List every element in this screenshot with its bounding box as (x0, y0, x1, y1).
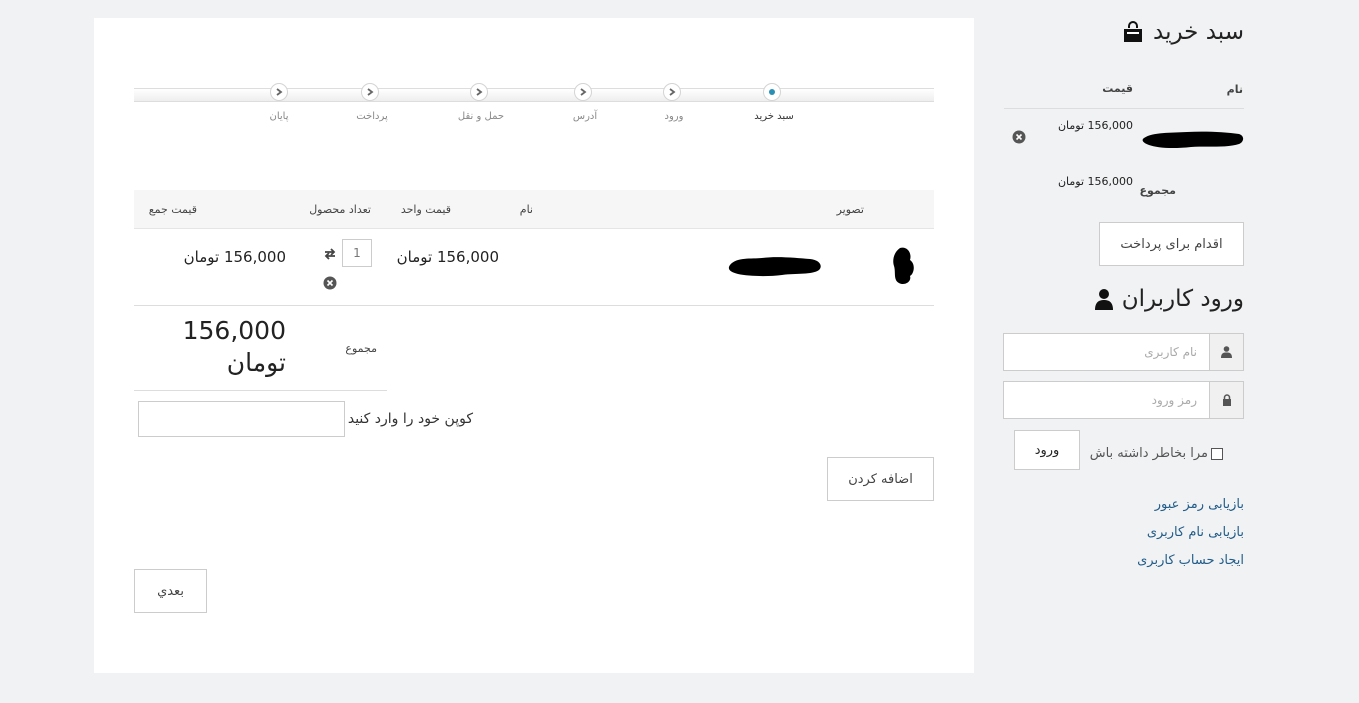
unit-price-value: 156,000 تومان (396, 248, 499, 266)
sidebar-header-name: نام (1226, 83, 1243, 96)
step-cart-marker (763, 83, 781, 101)
product-name-redacted (728, 257, 821, 277)
step-address-chevron-icon (574, 83, 592, 101)
header-image: تصویر (836, 203, 864, 216)
summary-total: 156,000 تومان (183, 315, 286, 379)
sidebar-cart-heading: سبد خرید (1121, 19, 1244, 45)
next-button[interactable]: بعدي (134, 569, 207, 613)
step-label-shipping: حمل و نقل (457, 111, 505, 122)
remember-me-label: مرا بخاطر داشته باش (1089, 446, 1208, 461)
user-small-icon (1221, 346, 1232, 358)
sidebar-item-name-redacted (1142, 131, 1244, 149)
cart-table-header (134, 190, 934, 229)
remove-item-icon[interactable] (323, 276, 337, 290)
coupon-label: کوپن خود را وارد کنید (347, 411, 473, 427)
register-link[interactable]: ایجاد حساب کاربری (1137, 553, 1244, 568)
step-label-cart: سبد خرید (754, 111, 794, 122)
step-shipping-chevron-icon (470, 83, 488, 101)
summary-total-currency: تومان (226, 348, 286, 377)
header-name: نام (519, 203, 533, 216)
step-label-finish: پایان (269, 111, 289, 122)
step-login-chevron-icon (663, 83, 681, 101)
user-icon (1094, 289, 1113, 310)
row-divider (134, 305, 934, 306)
checkout-progress-track (134, 88, 934, 102)
shopping-bag-icon (1124, 21, 1143, 42)
sidebar-cart-title: سبد خرید (1153, 19, 1244, 45)
username-placeholder: نام کاربری (1144, 345, 1197, 359)
step-label-address: آدرس (572, 111, 598, 122)
summary-divider (134, 390, 387, 391)
password-addon (1209, 382, 1243, 418)
username-addon (1209, 334, 1243, 370)
step-label-login: ورود (664, 111, 684, 122)
remember-me-checkbox[interactable] (1211, 448, 1223, 460)
forgot-password-link[interactable]: بازیابی رمز عبور (1155, 497, 1244, 512)
summary-label: مجموع (345, 342, 377, 355)
sidebar-login-heading: ورود کاربران (1094, 286, 1244, 312)
step-payment-chevron-icon (361, 83, 379, 101)
sidebar-header-price: قیمت (1102, 82, 1133, 95)
forgot-username-link[interactable]: بازیابی نام کاربری (1147, 525, 1244, 540)
sidebar-item-price: 156,000 تومان (1057, 119, 1133, 132)
row-total-price-value: 156,000 تومان (183, 248, 286, 266)
sidebar-login-title: ورود کاربران (1121, 286, 1244, 312)
coupon-input[interactable] (138, 401, 345, 437)
header-quantity: تعداد محصول (309, 203, 371, 216)
add-coupon-button[interactable]: اضافه کردن (827, 457, 934, 501)
login-button[interactable]: ورود (1014, 430, 1080, 470)
product-image-redacted (893, 247, 914, 285)
header-unit-price: قیمت واحد (400, 203, 451, 216)
sidebar-header-divider (1004, 108, 1244, 109)
password-field[interactable]: رمز ورود (1003, 381, 1244, 419)
checkout-panel: سبد خرید ورود آدرس حمل و نقل پرداخت پایا… (94, 18, 974, 673)
sidebar-remove-item-icon[interactable] (1012, 130, 1026, 144)
password-placeholder: رمز ورود (1151, 393, 1197, 407)
sidebar-total-label: مجموع (1139, 184, 1176, 197)
header-total-price: قیمت جمع (148, 203, 197, 216)
sidebar-total-price: 156,000 تومان (1057, 175, 1133, 188)
username-field[interactable]: نام کاربری (1003, 333, 1244, 371)
step-finish-chevron-icon (270, 83, 288, 101)
refresh-quantity-icon[interactable] (323, 247, 337, 261)
checkout-button[interactable]: اقدام برای پرداخت (1099, 222, 1244, 266)
quantity-input[interactable]: 1 (342, 239, 372, 267)
step-label-payment: پرداخت (356, 111, 388, 122)
lock-icon (1222, 394, 1231, 406)
summary-total-amount: 156,000 (182, 316, 286, 345)
